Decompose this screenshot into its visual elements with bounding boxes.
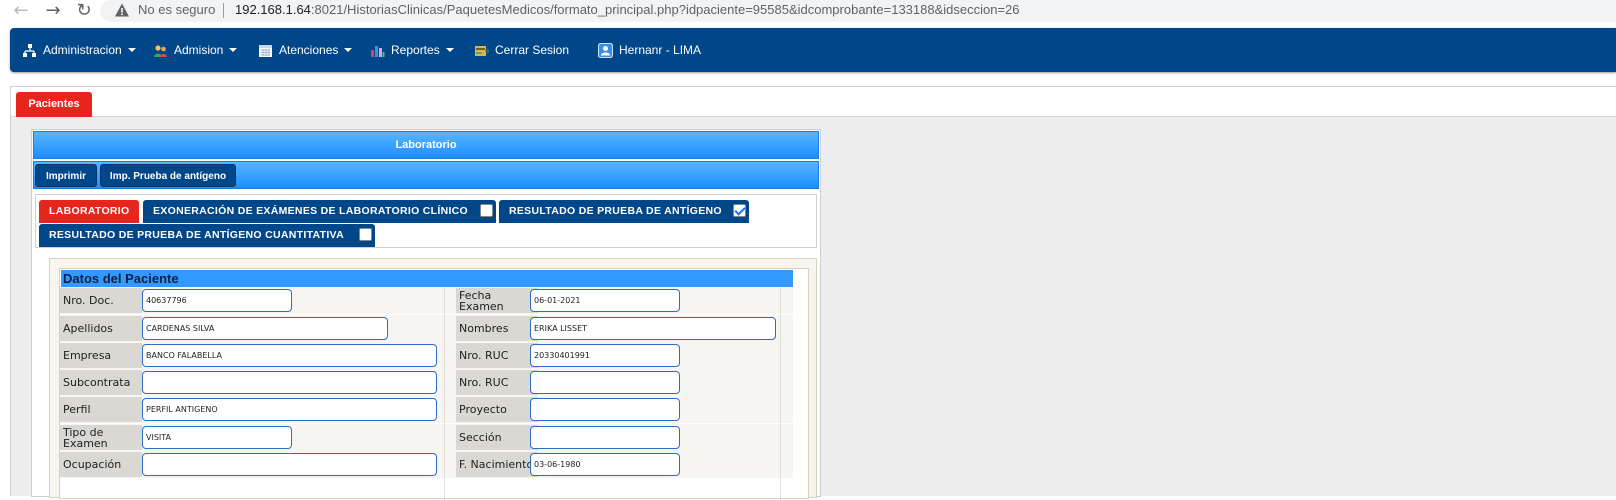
security-label[interactable]: No es seguro [138,2,215,17]
tipo-examen-field[interactable]: VISITA [142,426,292,449]
url-text[interactable]: 192.168.1.64:8021/HistoriasClinicas/Paqu… [235,2,1020,17]
nav-user[interactable]: Hernanr - LIMA [598,28,701,72]
chevron-down-icon [127,48,136,52]
chevron-down-icon [344,48,353,52]
nro-ruc-field[interactable]: 20330401991 [530,344,680,367]
sitemap-icon [23,43,36,57]
nav-label: Administracion [43,43,122,57]
section-tabs: LABORATORIO EXONERACIÓN DE EXÁMENES DE L… [35,194,817,248]
column-divider [780,287,781,500]
address-divider [223,3,224,18]
forward-arrow-icon[interactable]: → [42,1,64,23]
label-f-nacimiento: F. Nacimiento [456,452,538,477]
nav-label: Reportes [391,43,440,57]
tab-label: EXONERACIÓN DE EXÁMENES DE LABORATORIO C… [153,205,469,217]
nav-cerrar-sesion[interactable]: Cerrar Sesion [474,28,569,72]
tab-pacientes[interactable]: Pacientes [16,92,92,117]
exoneracion-checkbox[interactable] [480,204,493,217]
print-button[interactable]: Imprimir [35,164,97,187]
url-path: :8021/HistoriasClinicas/PaquetesMedicos/… [310,2,1020,17]
fecha-examen-field[interactable]: 06-01-2021 [530,289,680,312]
panel-title: Laboratorio [33,131,819,159]
reload-icon[interactable]: ↻ [73,1,95,23]
f-nacimiento-field[interactable]: 03-06-1980 [530,453,680,476]
empresa-field[interactable]: BANCO FALABELLA [142,344,437,367]
resultado-antigeno-checkbox[interactable] [733,204,746,217]
nro-doc-field[interactable]: 40637796 [142,289,292,312]
panel-toolbar: Imprimir Imp. Prueba de antígeno [33,161,819,189]
label-nombres: Nombres [456,316,538,341]
label-apellidos: Apellidos [60,316,142,341]
user-icon [598,42,613,58]
label-ocupacion: Ocupación [60,452,142,477]
chevron-down-icon [445,48,454,52]
nav-administracion[interactable]: Administracion [22,28,136,72]
column-divider [444,287,445,500]
label-fecha-examen: Fecha Examen [456,288,538,313]
tab-label: RESULTADO DE PRUEBA DE ANTÍGENO CUANTITA… [49,229,344,241]
ocupacion-field[interactable] [142,453,437,476]
apellidos-field[interactable]: CARDENAS SILVA [142,317,388,340]
patient-data-section: Datos del Paciente Nro. Doc. 40637796 Ap… [59,268,809,500]
logout-icon [475,45,489,56]
seccion-field[interactable] [530,426,680,449]
tab-laboratorio[interactable]: LABORATORIO [39,200,139,223]
nav-label: Cerrar Sesion [495,43,570,57]
nav-label: Atenciones [279,43,339,57]
label-perfil: Perfil [60,397,142,422]
tab-resultado-antigeno[interactable]: RESULTADO DE PRUEBA DE ANTÍGENO [499,200,749,223]
resultado-cuantitativa-checkbox[interactable] [359,228,372,241]
label-subcontrata: Subcontrata [60,370,142,395]
label-nro-doc: Nro. Doc. [60,288,142,313]
address-bar[interactable]: No es seguro 192.168.1.64:8021/Historias… [100,0,1616,22]
label-nro-ruc: Nro. RUC [456,343,538,368]
nav-label: Admision [174,43,224,57]
tab-label: LABORATORIO [49,205,130,217]
proyecto-field[interactable] [530,398,680,421]
perfil-field[interactable]: PERFIL ANTIGENO [142,398,437,421]
print-antigen-button[interactable]: Imp. Prueba de antígeno [100,164,236,187]
tab-exoneracion[interactable]: EXONERACIÓN DE EXÁMENES DE LABORATORIO C… [143,200,496,223]
content-area: Pacientes Laboratorio Imprimir Imp. Prue… [10,86,1616,500]
url-host: 192.168.1.64 [235,2,311,17]
label-proyecto: Proyecto [456,397,538,422]
nav-reportes[interactable]: Reportes [370,28,454,72]
browser-toolbar: ← → ↻ No es seguro 192.168.1.64:8021/His… [0,0,1616,24]
subcontrata-field[interactable] [142,371,437,394]
calendar-icon [259,44,272,57]
laboratorio-panel: Laboratorio Imprimir Imp. Prueba de antí… [31,129,821,500]
label-seccion: Sección [456,425,538,450]
main-navbar: Administracion Admision Atenciones Repor… [10,28,1616,72]
nav-atenciones[interactable]: Atenciones [258,28,353,72]
nombres-field[interactable]: ERIKA LISSET [530,317,776,340]
bar-chart-icon [371,45,385,57]
nav-admision[interactable]: Admision [153,28,238,72]
tab-resultado-antigeno-cuantitativa[interactable]: RESULTADO DE PRUEBA DE ANTÍGENO CUANTITA… [39,224,375,247]
label-nro-ruc-subcontrata: Nro. RUC [456,370,538,395]
nro-ruc-subcontrata-field[interactable] [530,371,680,394]
back-arrow-icon[interactable]: ← [10,1,32,23]
chevron-down-icon [229,48,238,52]
label-tipo-examen: Tipo de Examen [60,425,142,450]
users-icon [154,44,167,57]
patient-data-frame: Datos del Paciente Nro. Doc. 40637796 Ap… [49,258,817,500]
main-tab-strip: Pacientes [11,87,1616,117]
warning-icon[interactable] [114,2,130,18]
current-user-label: Hernanr - LIMA [619,43,702,57]
tab-label: RESULTADO DE PRUEBA DE ANTÍGENO [509,205,722,217]
label-empresa: Empresa [60,343,142,368]
section-title: Datos del Paciente [61,270,793,287]
